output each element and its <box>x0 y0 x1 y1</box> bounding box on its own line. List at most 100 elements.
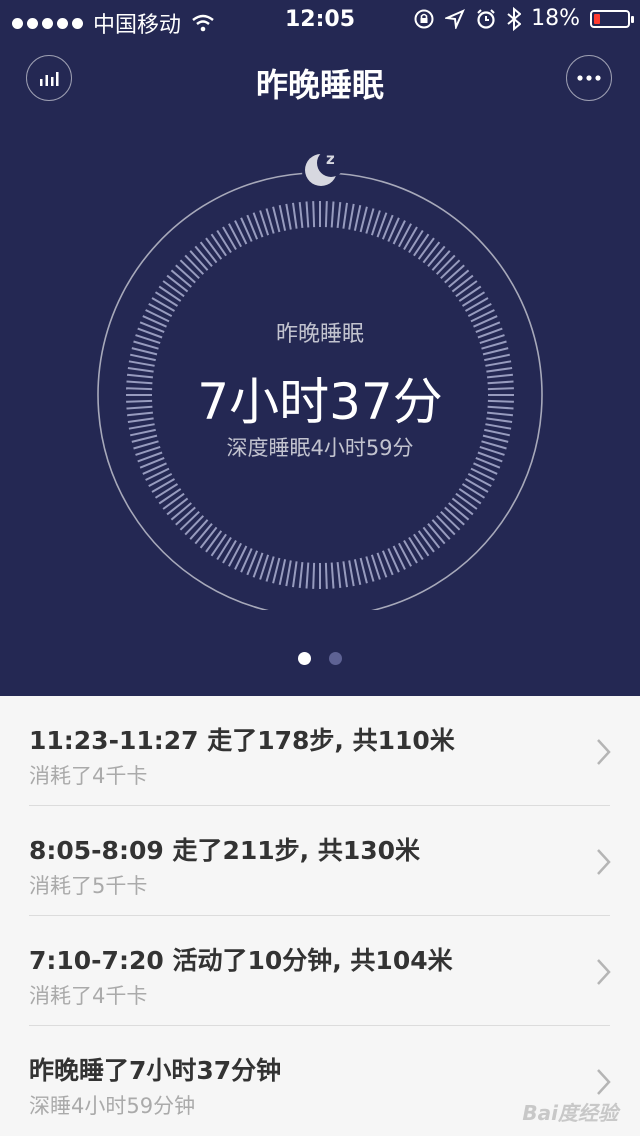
dial-tick <box>365 208 375 234</box>
dial-tick <box>461 483 486 499</box>
dial-tick <box>216 536 232 561</box>
dial-tick <box>158 488 182 505</box>
dial-tick <box>129 353 156 362</box>
svg-text:z: z <box>326 150 335 168</box>
dial-tick <box>170 269 192 288</box>
more-icon <box>577 75 601 81</box>
dial-tick <box>222 226 237 251</box>
dial-tick <box>312 562 316 589</box>
dial-tick <box>408 536 424 561</box>
dial-tick <box>413 233 430 257</box>
dial-tick <box>170 502 192 521</box>
activity-subtitle: 消耗了5千卡 <box>29 874 148 898</box>
chevron-right-icon <box>597 1069 611 1095</box>
moon-sleep-icon: z <box>305 149 345 186</box>
activity-title: 8:05-8:09 走了211步, 共130米 <box>29 836 421 865</box>
dial-tick <box>216 229 232 254</box>
page-dot-2[interactable] <box>329 652 342 665</box>
dial-tick <box>417 237 435 260</box>
dial-tick <box>285 560 292 587</box>
dial-tick <box>451 497 474 516</box>
dial-tick <box>431 519 451 540</box>
sleep-summary-panel: 中国移动 12:05 18% 昨晚睡眠 z 昨晚睡眠 7小时37分 深度睡眠4小… <box>0 0 640 696</box>
page-dot-1[interactable] <box>298 652 311 665</box>
dial-tick <box>292 561 298 588</box>
dial-tick <box>427 245 446 267</box>
dial-tick <box>403 539 418 564</box>
dial-tick <box>365 556 375 582</box>
dial-tick <box>199 526 218 549</box>
activity-row-1[interactable]: 11:23-11:27 走了178步, 共110米 消耗了4千卡 <box>0 696 640 806</box>
dial-tick <box>408 229 424 254</box>
watermark-logo: Bai度经验 <box>522 1101 618 1125</box>
dial-tick <box>298 561 304 589</box>
chevron-right-icon <box>597 959 611 985</box>
dial-tick <box>431 250 451 271</box>
page-indicator[interactable] <box>0 652 640 665</box>
dial-tick <box>422 241 441 264</box>
dial-tick <box>330 201 335 228</box>
dial-tick <box>285 203 292 230</box>
dial-tick <box>348 560 355 587</box>
dial-tick <box>278 559 287 586</box>
dial-tick <box>359 206 368 233</box>
dial-tick <box>464 478 489 493</box>
activity-list: 11:23-11:27 走了178步, 共110米 消耗了4千卡 8:05-8:… <box>0 696 640 1136</box>
dial-tick <box>451 274 474 293</box>
dial-tick <box>342 202 348 229</box>
dial-tick <box>440 510 461 531</box>
alarm-icon <box>477 8 495 29</box>
dial-tick <box>427 523 446 545</box>
status-bar: 中国移动 12:05 18% <box>0 0 640 40</box>
dial-tick <box>324 201 328 228</box>
dial-tick <box>179 510 200 531</box>
dial-tick <box>151 297 176 312</box>
deep-sleep-duration: 深度睡眠4小时59分 <box>226 436 414 460</box>
battery-icon <box>590 9 634 28</box>
dial-tick <box>353 204 362 231</box>
dial-tick <box>184 515 205 536</box>
dial-tick <box>440 259 461 280</box>
more-button[interactable] <box>566 55 612 101</box>
dial-tick <box>272 557 281 584</box>
dial-tick <box>189 250 209 271</box>
dial-tick <box>166 497 189 516</box>
dial-tick <box>482 347 509 356</box>
dial-tick <box>353 559 362 586</box>
activity-row-2[interactable]: 8:05-8:09 走了211步, 共130米 消耗了5千卡 <box>0 806 640 916</box>
dial-tick <box>417 530 435 553</box>
dial-tick <box>312 201 316 228</box>
dial-tick <box>448 502 470 521</box>
dial-tick <box>265 556 275 582</box>
activity-subtitle: 深睡4小时59分钟 <box>29 1094 196 1118</box>
battery-percent: 18% <box>531 6 580 31</box>
dial-tick <box>179 259 200 280</box>
dial-tick <box>292 202 298 229</box>
dial-tick <box>444 506 465 526</box>
dial-tick <box>210 533 227 557</box>
dial-tick <box>305 562 310 589</box>
dial-tick <box>448 269 470 288</box>
dial-tick <box>422 526 441 549</box>
dial-tick <box>154 291 179 307</box>
activity-title: 7:10-7:20 活动了10分钟, 共104米 <box>29 946 453 975</box>
dial-tick <box>298 201 304 229</box>
activity-title: 11:23-11:27 走了178步, 共110米 <box>29 726 455 755</box>
dial-tick <box>464 297 489 312</box>
dial-tick <box>359 557 368 584</box>
dial-tick <box>272 206 281 233</box>
activity-row-3[interactable]: 7:10-7:20 活动了10分钟, 共104米 消耗了4千卡 <box>0 916 640 1026</box>
dial-tick <box>199 241 218 264</box>
dial-tick <box>278 204 287 231</box>
dial-tick <box>175 506 196 526</box>
dial-tick <box>403 226 418 251</box>
dial-tick <box>305 201 310 228</box>
rotation-lock-icon <box>414 9 434 28</box>
dial-tick <box>162 492 185 510</box>
dial-tick <box>222 539 237 564</box>
dial-tick <box>336 201 342 229</box>
dial-tick <box>455 280 478 298</box>
page-title: 昨晚睡眠 <box>255 66 384 104</box>
dial-tick <box>158 285 182 302</box>
dial-tick <box>458 285 482 302</box>
